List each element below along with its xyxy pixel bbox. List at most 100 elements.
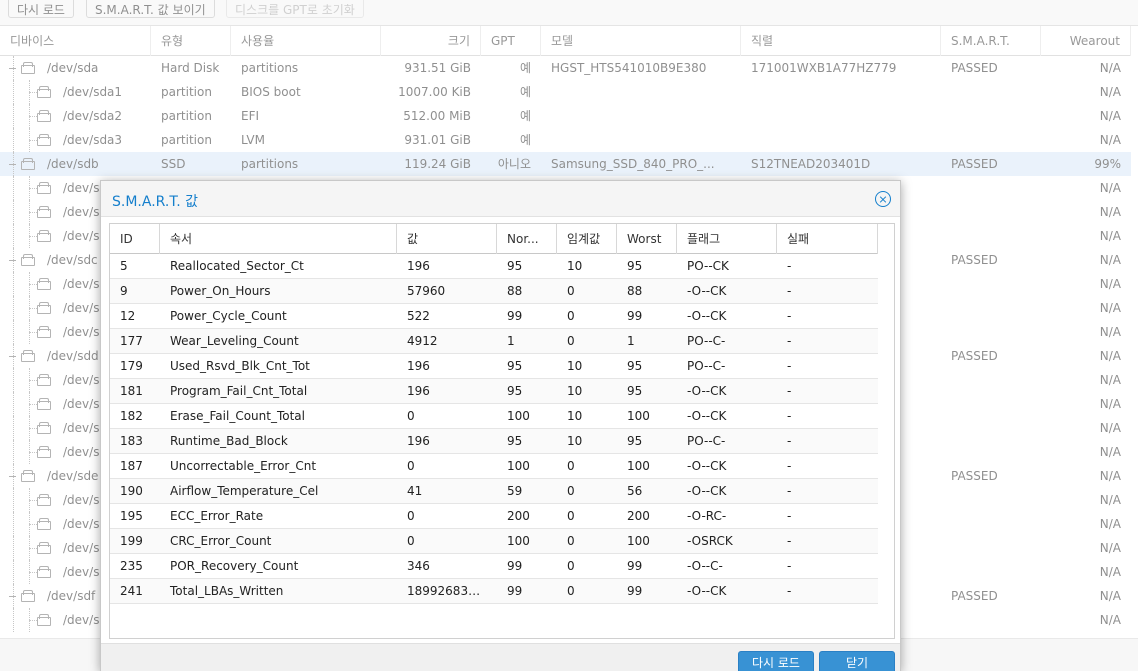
smart-flags: -O--C- xyxy=(687,559,723,573)
smart-id: 195 xyxy=(120,509,143,523)
smart-value: 0 xyxy=(407,509,415,523)
smart-row[interactable]: 181 Program_Fail_Cnt_Total 196 95 10 95 -O--CK… xyxy=(110,379,878,404)
smart-value: 522 xyxy=(407,309,430,323)
smart-flags: -O-RC- xyxy=(687,509,727,523)
smart-value: 0 xyxy=(407,409,415,423)
smart-row[interactable]: 199 CRC_Error_Count 0 100 0 100 -OSRCK - xyxy=(110,529,878,554)
smart-attribute: Wear_Leveling_Count xyxy=(170,334,299,348)
smart-row[interactable]: 241 Total_LBAs_Written 189926835... 99 0 99 -O… xyxy=(110,579,878,604)
col-id[interactable]: ID xyxy=(110,224,160,254)
smart-flags: PO--C- xyxy=(687,334,726,348)
smart-value: 196 xyxy=(407,359,430,373)
col-attribute[interactable]: 속서 xyxy=(160,224,397,254)
smart-flags: -O--CK xyxy=(687,309,727,323)
smart-value: 4912 xyxy=(407,334,438,348)
smart-worst: 100 xyxy=(627,409,650,423)
smart-row[interactable]: 183 Runtime_Bad_Block 196 95 10 95 PO--C- - xyxy=(110,429,878,454)
smart-normalized: 99 xyxy=(507,309,523,323)
smart-normalized: 95 xyxy=(507,384,523,398)
smart-flags: -O--CK xyxy=(687,584,727,598)
smart-id: 241 xyxy=(120,584,143,598)
smart-table-body: 5 Reallocated_Sector_Ct 196 95 10 95 PO--CK -9 P… xyxy=(110,254,878,638)
smart-threshold: 10 xyxy=(567,434,583,448)
smart-row[interactable]: 182 Erase_Fail_Count_Total 0 100 10 100 -O--CK… xyxy=(110,404,878,429)
smart-fail: - xyxy=(787,409,792,423)
smart-row[interactable]: 177 Wear_Leveling_Count 4912 1 0 1 PO--C- - xyxy=(110,329,878,354)
smart-value: 196 xyxy=(407,384,430,398)
smart-fail: - xyxy=(787,384,792,398)
smart-id: 199 xyxy=(120,534,143,548)
smart-row[interactable]: 12 Power_Cycle_Count 522 99 0 99 -O--CK - xyxy=(110,304,878,329)
smart-threshold: 0 xyxy=(567,534,575,548)
smart-row[interactable]: 187 Uncorrectable_Error_Cnt 0 100 0 100 -O--CK… xyxy=(110,454,878,479)
smart-worst: 1 xyxy=(627,334,635,348)
smart-value: 41 xyxy=(407,484,423,498)
smart-fail: - xyxy=(787,359,792,373)
smart-row[interactable]: 190 Airflow_Temperature_Cel 41 59 0 56 -O--CK - xyxy=(110,479,878,504)
smart-fail: - xyxy=(787,434,792,448)
smart-row[interactable]: 9 Power_On_Hours 57960 88 0 88 -O--CK - xyxy=(110,279,878,304)
col-worst[interactable]: Worst xyxy=(617,224,677,254)
smart-flags: -O--CK xyxy=(687,384,727,398)
smart-worst: 99 xyxy=(627,309,643,323)
smart-flags: PO--CK xyxy=(687,259,729,273)
smart-row[interactable]: 195 ECC_Error_Rate 0 200 0 200 -O-RC- - xyxy=(110,504,878,529)
smart-id: 5 xyxy=(120,259,128,273)
smart-attribute: ECC_Error_Rate xyxy=(170,509,264,523)
smart-worst: 88 xyxy=(627,284,643,298)
smart-attribute: Power_Cycle_Count xyxy=(170,309,287,323)
smart-fail: - xyxy=(787,459,792,473)
smart-threshold: 10 xyxy=(567,409,583,423)
close-icon[interactable] xyxy=(875,191,891,207)
smart-fail: - xyxy=(787,309,792,323)
smart-threshold: 0 xyxy=(567,284,575,298)
col-value[interactable]: 값 xyxy=(397,224,497,254)
col-normalized[interactable]: Nor... xyxy=(497,224,557,254)
smart-row[interactable]: 235 POR_Recovery_Count 346 99 0 99 -O--C- - xyxy=(110,554,878,579)
smart-attribute: Used_Rsvd_Blk_Cnt_Tot xyxy=(170,359,310,373)
smart-normalized: 99 xyxy=(507,584,523,598)
smart-value: 346 xyxy=(407,559,430,573)
smart-window-title: S.M.A.R.T. 값 xyxy=(112,194,198,210)
smart-worst: 99 xyxy=(627,584,643,598)
smart-normalized: 100 xyxy=(507,534,530,548)
smart-row[interactable]: 179 Used_Rsvd_Blk_Cnt_Tot 196 95 10 95 PO--C- - xyxy=(110,354,878,379)
smart-attribute: Reallocated_Sector_Ct xyxy=(170,259,304,273)
smart-value: 189926835... xyxy=(407,584,488,598)
smart-attribute: POR_Recovery_Count xyxy=(170,559,299,573)
smart-value: 57960 xyxy=(407,284,446,298)
smart-row[interactable]: 5 Reallocated_Sector_Ct 196 95 10 95 PO--CK - xyxy=(110,254,878,279)
smart-threshold: 10 xyxy=(567,384,583,398)
smart-fail: - xyxy=(787,584,792,598)
smart-id: 235 xyxy=(120,559,143,573)
smart-worst: 95 xyxy=(627,259,643,273)
col-flags[interactable]: 플래그 xyxy=(677,224,777,254)
smart-worst: 100 xyxy=(627,534,650,548)
smart-normalized: 100 xyxy=(507,459,530,473)
smart-worst: 95 xyxy=(627,359,643,373)
smart-threshold: 0 xyxy=(567,484,575,498)
smart-attribute: CRC_Error_Count xyxy=(170,534,272,548)
smart-close-button[interactable]: 닫기 xyxy=(819,651,895,671)
smart-fail: - xyxy=(787,509,792,523)
smart-reload-button[interactable]: 다시 로드 xyxy=(738,651,814,671)
col-threshold[interactable]: 임계값 xyxy=(557,224,617,254)
smart-id: 183 xyxy=(120,434,143,448)
smart-threshold: 0 xyxy=(567,509,575,523)
smart-normalized: 200 xyxy=(507,509,530,523)
smart-id: 179 xyxy=(120,359,143,373)
col-fail[interactable]: 실패 xyxy=(777,224,878,254)
smart-flags: -OSRCK xyxy=(687,534,733,548)
smart-attribute: Erase_Fail_Count_Total xyxy=(170,409,305,423)
smart-attribute: Total_LBAs_Written xyxy=(170,584,284,598)
smart-window-footer: 다시 로드 닫기 xyxy=(101,643,900,671)
smart-attribute: Runtime_Bad_Block xyxy=(170,434,288,448)
smart-value: 196 xyxy=(407,259,430,273)
smart-id: 9 xyxy=(120,284,128,298)
smart-id: 182 xyxy=(120,409,143,423)
smart-attribute: Program_Fail_Cnt_Total xyxy=(170,384,308,398)
smart-flags: -O--CK xyxy=(687,409,727,423)
smart-id: 187 xyxy=(120,459,143,473)
smart-fail: - xyxy=(787,284,792,298)
smart-normalized: 88 xyxy=(507,284,523,298)
